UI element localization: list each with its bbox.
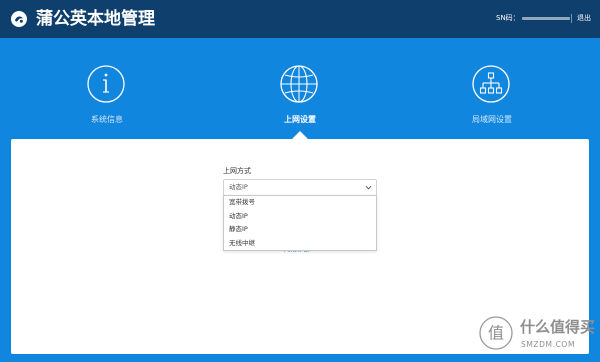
header-divider [571, 14, 572, 23]
watermark-title: 什么值得买 [520, 318, 596, 336]
sn-label: SN码： [496, 14, 520, 22]
active-tab-pointer [292, 131, 308, 139]
option-static-ip[interactable]: 静态IP [224, 223, 376, 237]
option-dynamic-ip[interactable]: 动态IP [224, 210, 376, 224]
sn-code: SN码： [496, 13, 570, 23]
nav-system-info-label: 系统信息 [91, 115, 123, 124]
sn-masked-value [521, 16, 570, 20]
app-title: 蒲公英本地管理 [36, 9, 155, 29]
option-pppoe[interactable]: 宽带拨号 [224, 196, 376, 210]
nav-system-info[interactable]: 系统信息 [47, 64, 167, 134]
logout-link[interactable]: 退出 [577, 13, 591, 23]
internet-mode-label: 上网方式 [223, 167, 251, 175]
nav-internet-settings-label: 上网设置 [284, 115, 316, 124]
smzdm-watermark: 值 什么值得买 SMZDM.COM [470, 313, 600, 359]
svg-text:值: 值 [488, 324, 504, 343]
top-bar: 蒲公英本地管理 SN码： 退出 [0, 0, 600, 38]
nav-lan-settings-label: 局域网设置 [472, 115, 512, 124]
globe-icon [280, 65, 318, 103]
internet-mode-select[interactable]: 动态IP [223, 179, 377, 196]
info-icon [87, 65, 125, 103]
network-tree-icon [472, 65, 510, 103]
internet-mode-dropdown: 宽带拨号 动态IP 静态IP 无线中继 [223, 195, 377, 251]
nav-lan-settings[interactable]: 局域网设置 [432, 64, 552, 134]
dandelion-logo-icon [11, 11, 27, 27]
option-wireless-relay[interactable]: 无线中继 [224, 237, 376, 251]
nav-internet-settings[interactable]: 上网设置 [240, 64, 360, 134]
chevron-down-icon [365, 185, 372, 190]
watermark-url: SMZDM.COM [521, 340, 576, 349]
internet-mode-selected-value: 动态IP [229, 183, 248, 191]
smzdm-logo-icon: 值 [479, 316, 513, 350]
